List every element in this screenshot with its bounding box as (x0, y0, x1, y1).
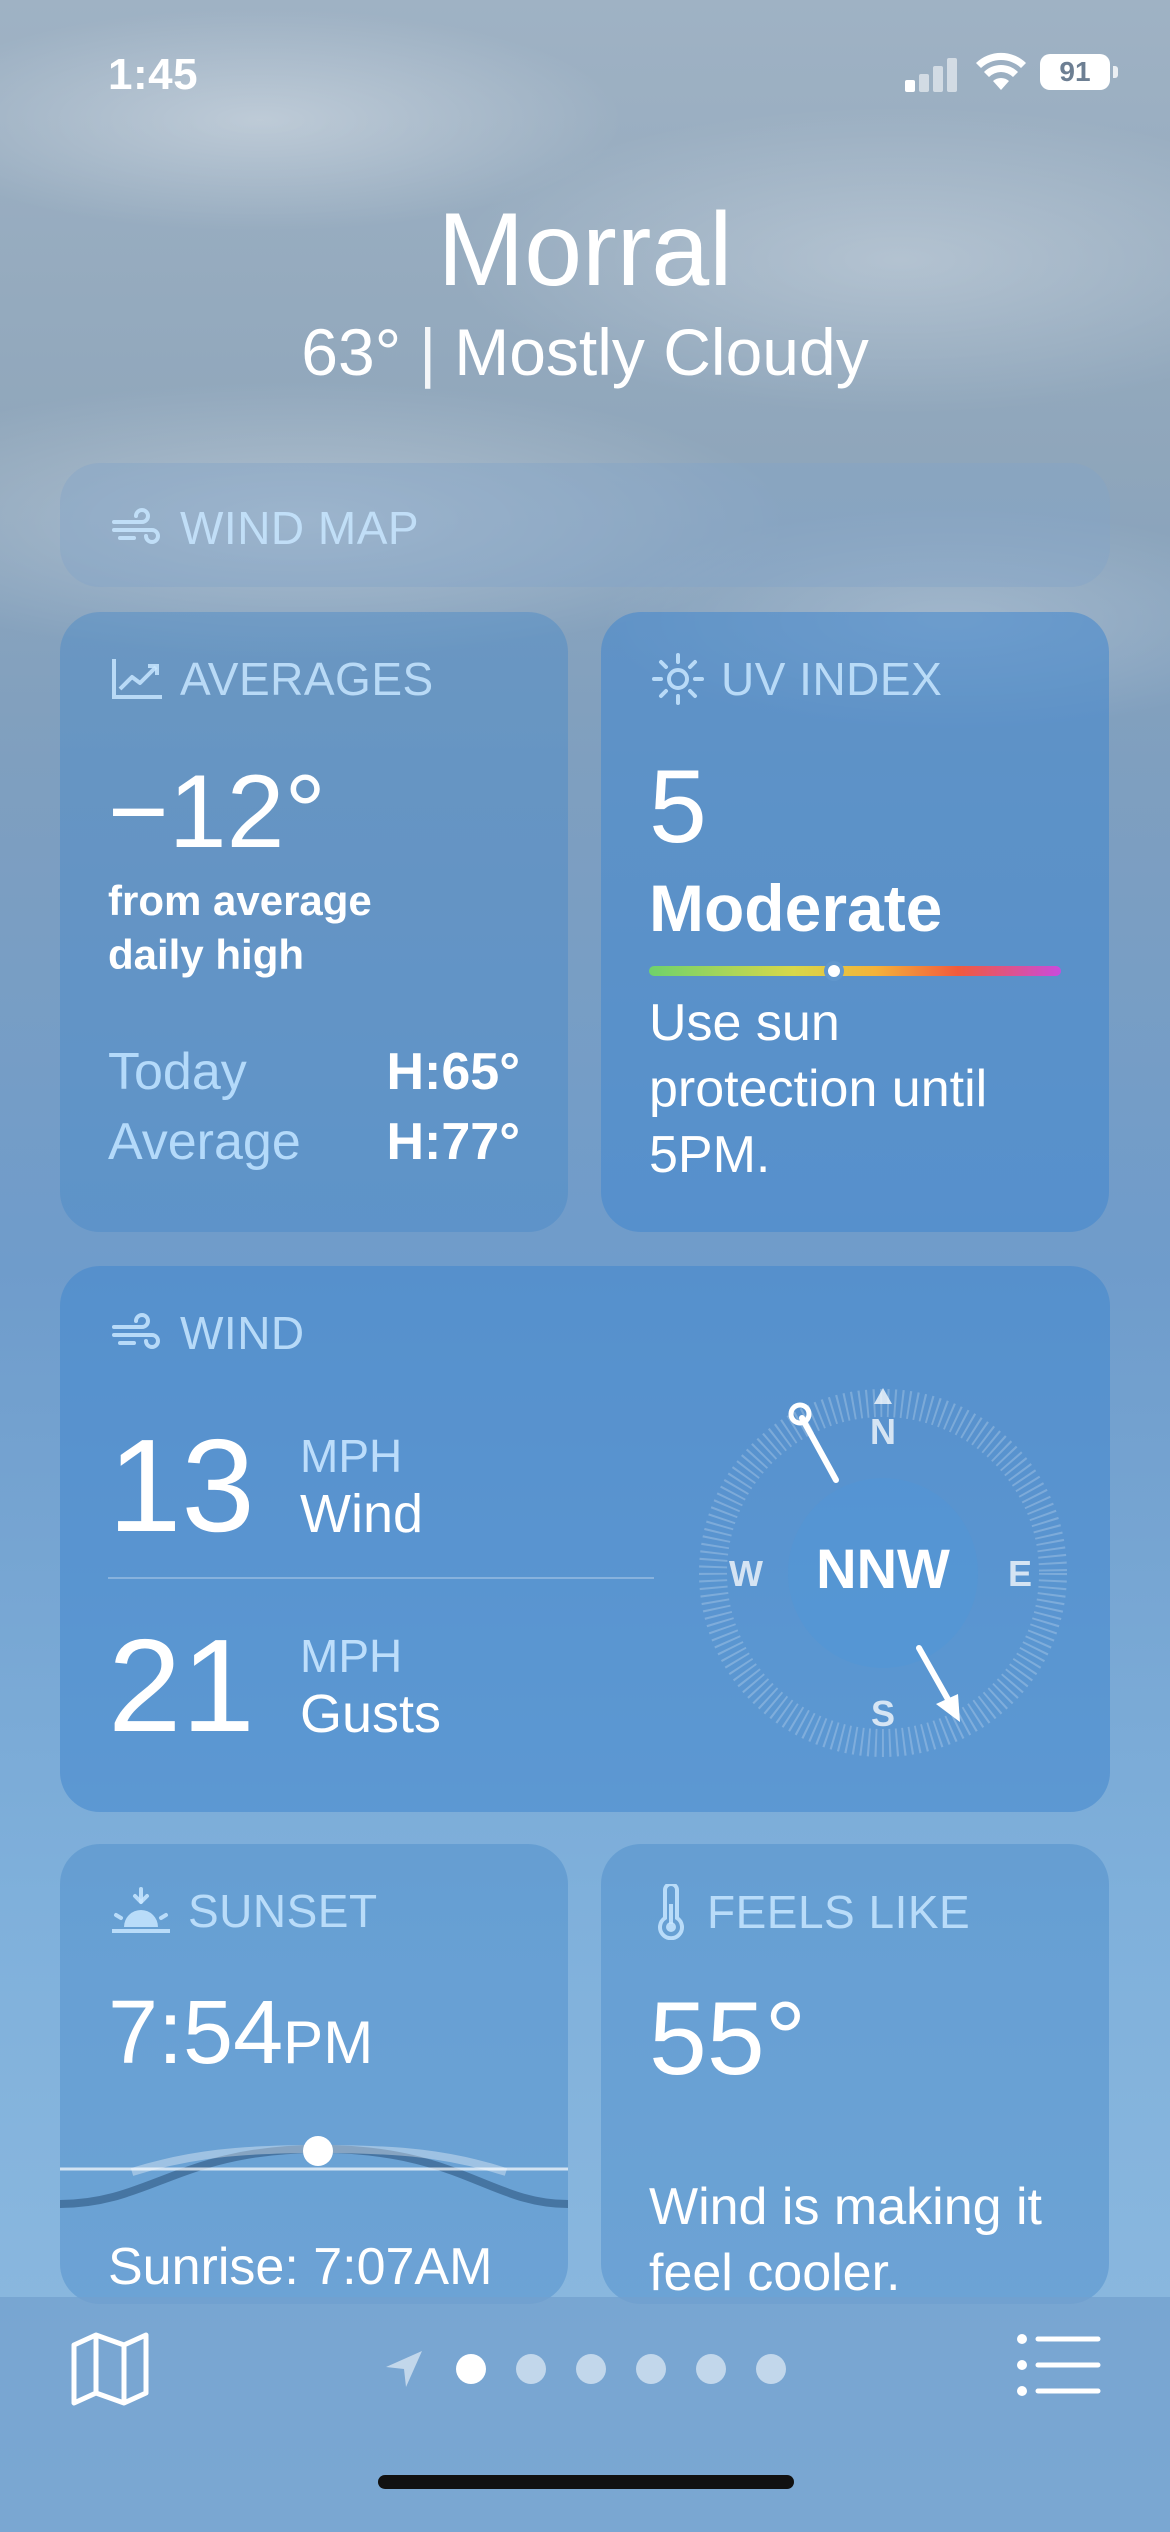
conditions-separator: | (419, 315, 437, 389)
map-icon[interactable] (68, 2327, 152, 2411)
condition-text: Mostly Cloudy (454, 315, 869, 389)
today-high-value: H:65° (386, 1043, 520, 1101)
compass-e: E (1008, 1553, 1032, 1594)
sunrise-time: Sunrise: 7:07AM (108, 2238, 493, 2296)
average-label: Average (108, 1113, 301, 1171)
averages-card[interactable]: AVERAGES −12° from average daily high To… (60, 612, 568, 1232)
wind-gusts-labels: MPH Gusts (300, 1628, 441, 1744)
page-dot[interactable] (696, 2354, 726, 2384)
wind-icon (112, 508, 160, 544)
wind-compass: N E S W NNW (699, 1388, 1067, 1757)
home-indicator[interactable] (378, 2475, 794, 2489)
average-subtitle-line2: daily high (108, 931, 305, 978)
wind-speed-unit: MPH (300, 1430, 403, 1482)
sunset-label: SUNSET (188, 1885, 378, 1937)
wifi-icon (976, 52, 1026, 90)
wind-icon (112, 1313, 160, 1349)
page-dots[interactable] (456, 2354, 786, 2384)
uv-index-label: UV INDEX (721, 653, 943, 705)
wind-gusts-unit: MPH (300, 1630, 403, 1682)
page-indicator[interactable] (384, 2349, 786, 2389)
list-icon[interactable] (1016, 2333, 1102, 2397)
wind-direction: NNW (816, 1537, 950, 1600)
sunset-time-suffix: PM (283, 2009, 374, 2076)
page-dot[interactable] (516, 2354, 546, 2384)
page-dot[interactable] (456, 2354, 486, 2384)
average-subtitle: from average daily high (108, 874, 372, 982)
wind-map-card[interactable]: WIND MAP (60, 463, 1110, 587)
thermometer-icon (658, 1884, 684, 1940)
uv-scale-bar (649, 961, 1061, 981)
location-header: Morral 63° | Mostly Cloudy (0, 190, 1170, 392)
status-bar: 1:45 91 (0, 0, 1170, 150)
feels-like-description: Wind is making it feel cooler. (649, 2178, 1042, 2302)
sunset-card[interactable]: SUNSET 7:54PM Sunrise: 7:07AM (60, 1844, 568, 2304)
wind-label: WIND (180, 1307, 305, 1359)
sun-icon (652, 653, 704, 705)
average-difference: −12° (108, 754, 327, 870)
sun-path-chart (60, 2136, 568, 2208)
feels-like-value: 55° (649, 1981, 807, 2097)
cellular-signal-icon (905, 56, 961, 92)
sunset-time-value: 7:54 (108, 1983, 284, 2083)
feels-like-title: FEELS LIKE (651, 1884, 970, 1940)
compass-s: S (871, 1693, 895, 1734)
sunset-time: 7:54PM (108, 1982, 373, 2085)
wind-title: WIND (110, 1306, 305, 1360)
wind-card[interactable]: WIND 13 MPH Wind 21 MPH Gusts N E S W NN… (60, 1266, 1110, 1812)
uv-value: 5 (649, 749, 707, 865)
current-conditions: 63° | Mostly Cloudy (0, 312, 1170, 392)
uv-index-title: UV INDEX (651, 652, 942, 706)
wind-divider (108, 1577, 654, 1579)
wind-speed-value: 13 (108, 1412, 255, 1559)
averages-title: AVERAGES (110, 652, 434, 706)
compass-w: W (729, 1553, 763, 1594)
battery-indicator: 91 (1040, 54, 1118, 90)
uv-index-card[interactable]: UV INDEX 5 Moderate Use sun protection u… (601, 612, 1109, 1232)
wind-speed-row: 13 MPH Wind (108, 1416, 423, 1556)
average-high-row: Average H:77° (108, 1112, 520, 1172)
wind-map-title: WIND MAP (110, 501, 419, 555)
averages-label: AVERAGES (180, 653, 434, 705)
wind-gusts-value: 21 (108, 1612, 255, 1759)
wind-speed-labels: MPH Wind (300, 1428, 423, 1544)
bottom-toolbar (0, 2297, 1170, 2532)
today-label: Today (108, 1043, 247, 1101)
location-arrow-icon (386, 2351, 422, 2387)
uv-scale-marker (824, 961, 845, 981)
sunset-title: SUNSET (110, 1884, 378, 1938)
feels-like-label: FEELS LIKE (707, 1886, 971, 1938)
average-subtitle-line1: from average (108, 877, 372, 924)
page-dot[interactable] (636, 2354, 666, 2384)
sun-position-icon (303, 2136, 333, 2166)
chart-up-icon (112, 659, 162, 699)
wind-gusts-row: 21 MPH Gusts (108, 1616, 441, 1756)
wind-map-label: WIND MAP (180, 502, 420, 554)
uv-level: Moderate (649, 871, 943, 945)
average-high-value: H:77° (386, 1113, 520, 1171)
sunset-icon (112, 1887, 170, 1933)
page-dot[interactable] (756, 2354, 786, 2384)
page-dot[interactable] (576, 2354, 606, 2384)
status-time: 1:45 (108, 50, 199, 99)
uv-description: Use sun protection until 5PM. (649, 994, 988, 1184)
city-name: Morral (437, 192, 733, 308)
wind-gusts-label: Gusts (300, 1684, 442, 1744)
compass-n: N (870, 1411, 896, 1452)
today-high-row: Today H:65° (108, 1042, 520, 1102)
wind-speed-label: Wind (300, 1484, 424, 1544)
current-temperature: 63° (301, 315, 402, 389)
feels-like-card[interactable]: FEELS LIKE 55° Wind is making it feel co… (601, 1844, 1109, 2304)
